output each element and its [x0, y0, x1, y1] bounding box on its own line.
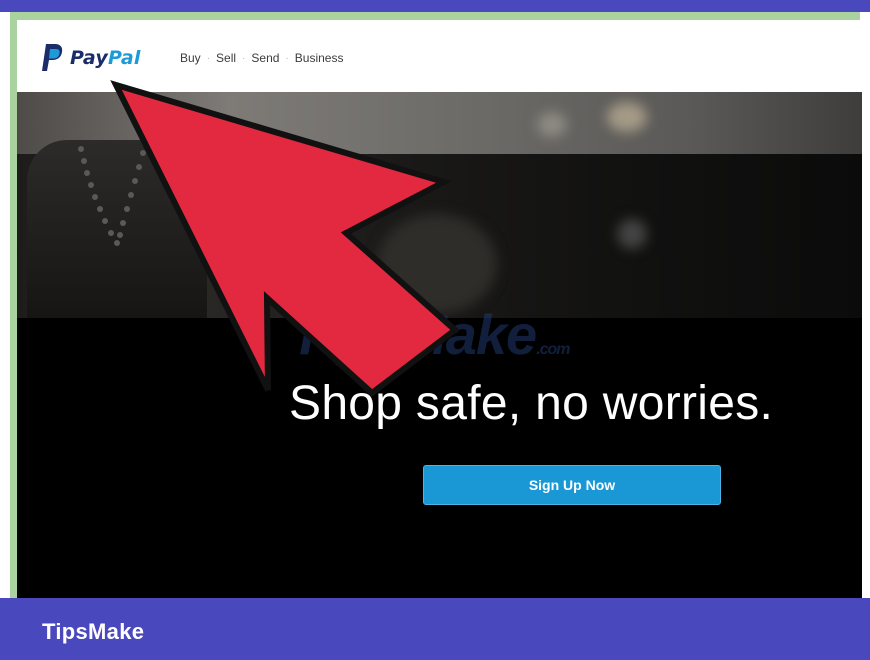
site-header: PayPal Buy · Sell · Send · Business — [17, 20, 862, 92]
nav-item-business[interactable]: Business — [295, 51, 344, 65]
watermark: TipsMake.com — [290, 302, 571, 367]
watermark-suffix: .com — [536, 341, 570, 358]
top-frame-band — [0, 0, 870, 12]
hero-tagline: Shop safe, no worries. — [289, 377, 774, 430]
sign-up-button[interactable]: Sign Up Now — [423, 465, 721, 505]
top-nav: Buy · Sell · Send · Business — [180, 51, 343, 65]
nav-separator: · — [206, 52, 211, 64]
necklace-image — [74, 122, 152, 246]
frame-edge — [862, 12, 870, 598]
nav-item-send[interactable]: Send — [251, 51, 279, 65]
paypal-logo[interactable]: PayPal — [40, 44, 141, 72]
logo-wordmark: PayPal — [70, 47, 141, 69]
nav-item-sell[interactable]: Sell — [216, 51, 236, 65]
browser-viewport: PayPal Buy · Sell · Send · Business Tips… — [17, 20, 862, 598]
bottom-banner: TipsMake — [0, 598, 870, 660]
logo-pay: Pay — [70, 47, 108, 69]
paypal-p-icon — [42, 44, 63, 71]
logo-pal: Pal — [107, 47, 141, 69]
watermark-text: TipsMake — [290, 303, 537, 366]
nav-separator: · — [285, 52, 289, 64]
nav-separator: · — [242, 52, 246, 64]
banner-brand-text: TipsMake — [42, 619, 145, 644]
bokeh-light — [617, 219, 647, 249]
bokeh-light — [607, 102, 647, 132]
nav-item-buy[interactable]: Buy — [180, 51, 201, 65]
background-shape — [377, 214, 497, 314]
bokeh-light — [537, 112, 567, 137]
